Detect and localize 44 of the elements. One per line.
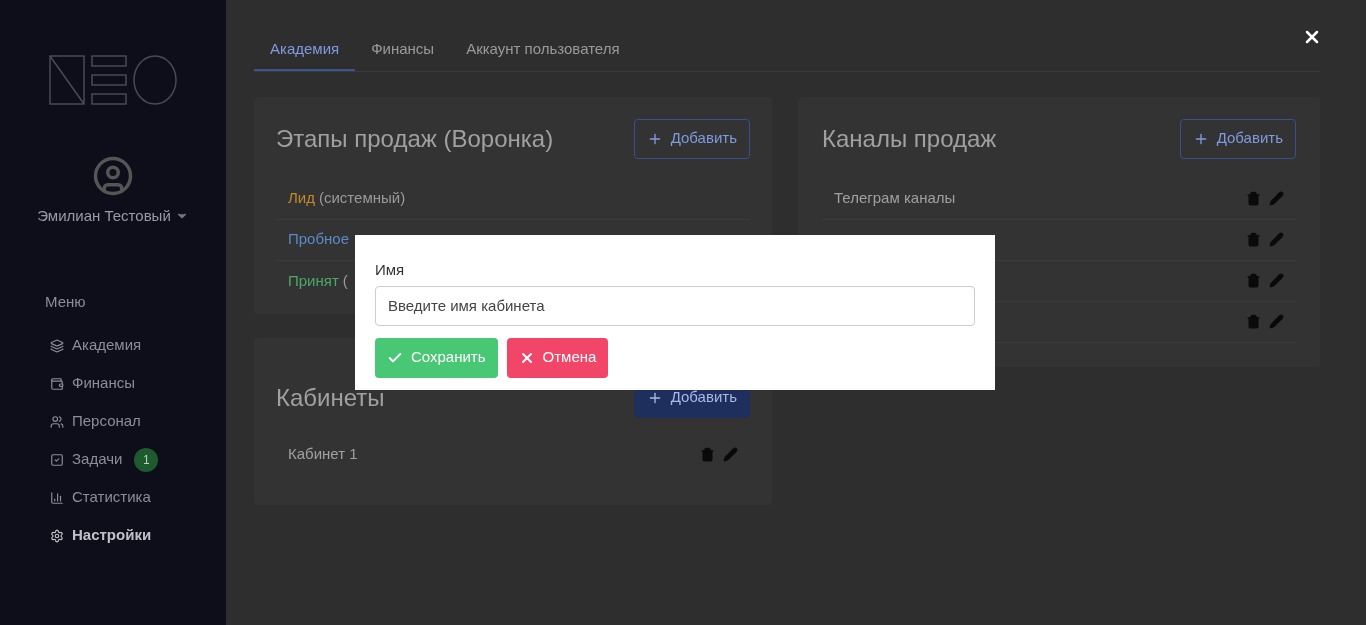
room-name: Кабинет 1 (288, 443, 358, 464)
pencil-icon[interactable] (1269, 191, 1284, 206)
stage-note: (системный) (319, 188, 406, 209)
sidebar-item[interactable]: Финансы (50, 371, 226, 396)
trash-icon[interactable] (1246, 191, 1261, 206)
add-button[interactable]: Добавить (633, 118, 750, 159)
cancel-button[interactable]: Отмена (506, 337, 609, 378)
card-title: Кабинеты (276, 382, 385, 413)
card-title: Каналы продаж (822, 123, 997, 154)
pencil-icon[interactable] (1269, 232, 1284, 247)
trash-icon[interactable] (1246, 314, 1261, 329)
wallet-icon (50, 376, 64, 391)
layers-icon (50, 338, 64, 353)
card-title: Этапы продаж (Воронка) (276, 123, 554, 154)
name-input[interactable]: Введите имя кабинета (375, 285, 975, 326)
users-icon (50, 414, 64, 429)
stage-name: Принят (288, 270, 339, 291)
tab[interactable]: Финансы (355, 38, 451, 71)
bar-chart-icon (50, 490, 64, 505)
trash-icon[interactable] (1246, 232, 1261, 247)
pencil-icon[interactable] (723, 446, 738, 462)
field-label: Имя (375, 260, 406, 280)
user-name[interactable]: Эмилиан Тестовый (37, 205, 171, 228)
tab[interactable]: Академия (254, 38, 356, 71)
stage-note: ( (342, 270, 348, 291)
avatar-icon (92, 155, 134, 197)
tab[interactable]: Аккаунт пользователя (450, 38, 636, 71)
count-badge: 1 (134, 447, 159, 472)
sidebar-item[interactable]: Академия (50, 333, 226, 358)
sidebar-item[interactable]: Задачи 1 (50, 447, 226, 472)
checkbox-icon (50, 452, 64, 467)
trash-icon[interactable] (1246, 273, 1261, 288)
menu-heading: Меню (45, 292, 86, 310)
trash-icon[interactable] (700, 446, 715, 462)
sidebar-item[interactable]: Настройки (50, 523, 226, 548)
pencil-icon[interactable] (1269, 314, 1284, 329)
sidebar-item[interactable]: Персонал (50, 409, 226, 434)
settings-icon (50, 528, 64, 543)
channel-name: Телеграм каналы (834, 188, 956, 209)
sidebar-item[interactable]: Статистика (50, 485, 226, 510)
pencil-icon[interactable] (1269, 273, 1284, 288)
stage-name: Лид (288, 188, 315, 209)
add-button[interactable]: Добавить (1179, 118, 1296, 159)
stage-name: Пробное (288, 229, 350, 250)
